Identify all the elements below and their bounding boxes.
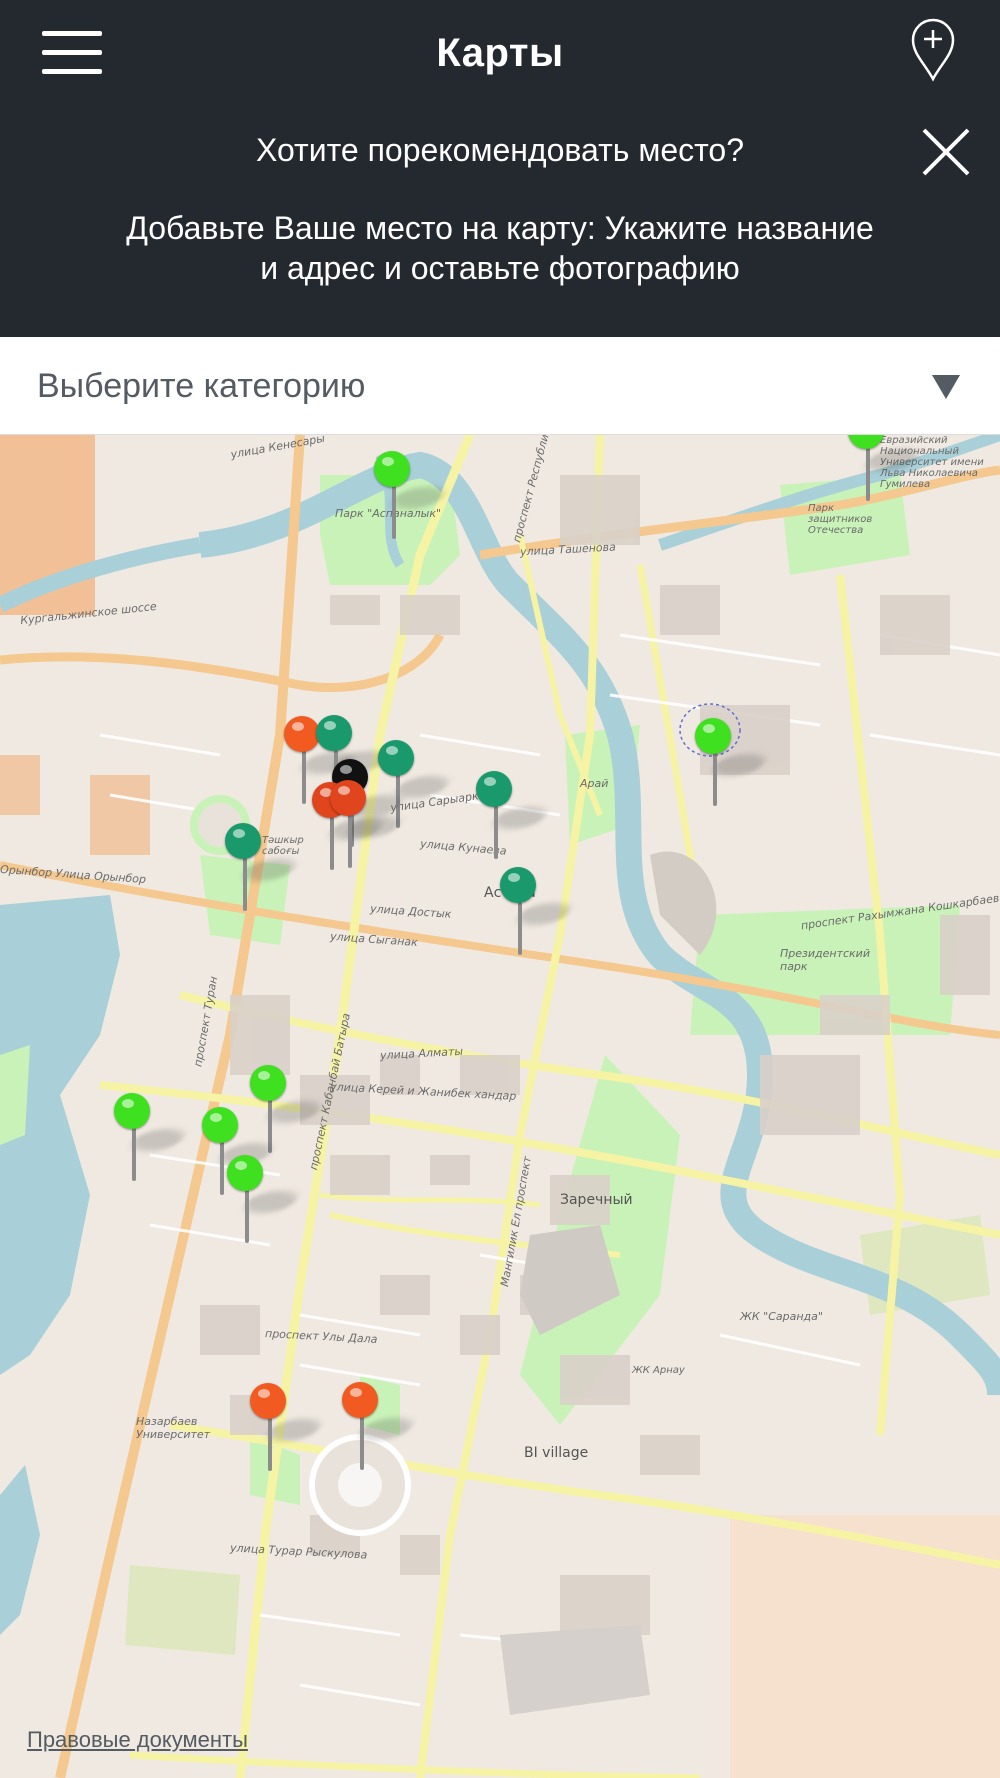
map-pin-teal[interactable] [500,867,578,967]
map-pin-orange[interactable] [342,1382,420,1482]
map-pin-teal[interactable] [476,771,554,871]
map-label-arai: Арай [580,777,609,790]
map-view[interactable]: Парк "Аспаналык" Парк защитников Отечест… [0,435,1000,1778]
map-pin-teal[interactable] [225,823,303,923]
map-pin-red[interactable] [330,780,408,880]
top-bar: Карты Хотите порекомендовать место? Доба… [0,0,1000,337]
map-pin-green[interactable] [227,1155,305,1255]
map-pin-orange[interactable] [250,1383,328,1483]
page-title: Карты [436,31,564,75]
map-label-bi-village: BI village [524,1445,589,1461]
map-label-saranda: ЖК "Саранда" [740,1310,823,1323]
legal-documents-link[interactable]: Правовые документы [27,1727,248,1753]
map-pin-green[interactable] [374,451,452,551]
map-label-presidential-park: Президентский парк [780,947,870,973]
map-label-arnau: ЖК Арнау [632,1365,685,1376]
category-select[interactable]: Выберите категорию [0,337,1000,435]
map-pin-green[interactable] [695,718,773,818]
category-select-label: Выберите категорию [37,367,366,405]
promo-question: Хотите порекомендовать место? [255,132,745,168]
map-pin-green[interactable] [114,1093,192,1193]
promo-text: Добавьте Ваше место на карту: Укажите на… [126,210,874,286]
close-icon[interactable] [918,124,974,180]
map-label-zarechny: Заречный [560,1192,633,1208]
map-pin-green[interactable] [848,435,926,513]
map-label-nazarbayev-univ: Назарбаев Университет [136,1415,211,1441]
triangle-down-icon [932,375,960,399]
add-location-pin-icon[interactable] [905,16,961,82]
